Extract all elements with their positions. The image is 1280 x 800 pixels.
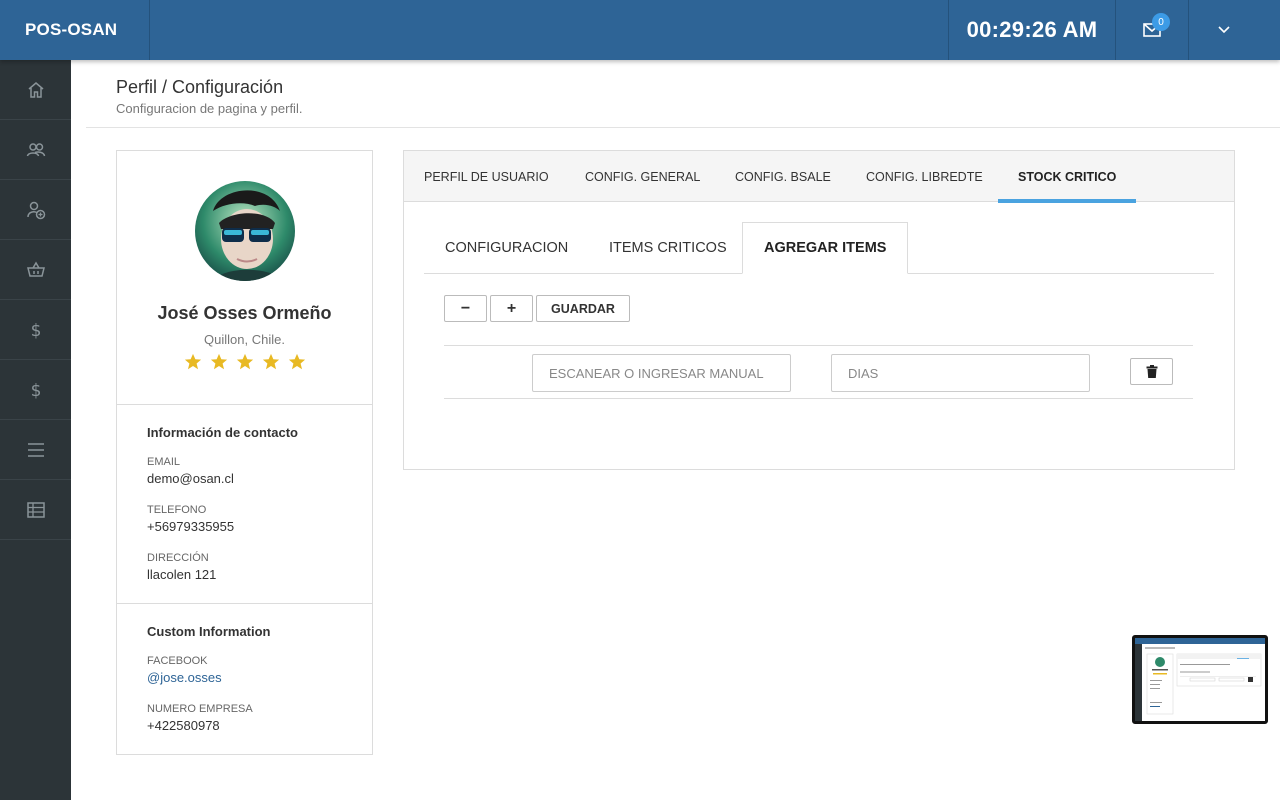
facebook-link[interactable]: @jose.osses [147,670,222,685]
top-bar: POS-OSAN 00:29:26 AM 0 [0,0,1280,60]
delete-row-button[interactable] [1130,358,1173,385]
phone-label: TELEFONO [147,504,207,516]
screenshot-thumbnail[interactable] [1132,635,1268,724]
notification-badge: 0 [1152,13,1170,31]
user-dropdown[interactable] [1189,0,1259,60]
email-label: EMAIL [147,456,181,468]
dollar-icon: $ [30,321,41,340]
tab-config-libredte[interactable]: CONFIG. LIBREDTE [846,151,1003,202]
divider [444,398,1193,399]
sidebar-item-users[interactable] [0,120,71,180]
dollar-icon: $ [30,381,41,400]
tab-perfil-usuario[interactable]: PERFIL DE USUARIO [404,151,569,202]
clock: 00:29:26 AM [966,17,1098,42]
trash-icon [1146,365,1157,378]
profile-location: Quillon, Chile. [204,332,285,347]
page-title: Perfil / Configuración [116,77,284,97]
contact-section-title: Información de contacto [147,425,298,440]
page-header: Perfil / Configuración Configuracion de … [86,60,1280,128]
star-icon [184,353,201,370]
custom-section-title: Custom Information [147,624,271,639]
table-icon [26,501,45,518]
address-value: llacolen 121 [147,567,217,582]
subtab-agregar-items[interactable]: AGREGAR ITEMS [742,222,909,274]
company-number-label: NUMERO EMPRESA [147,703,253,715]
remove-row-button[interactable]: − [444,295,487,322]
svg-text:$: $ [30,381,41,400]
sidebar-item-payments[interactable]: $ [0,360,71,420]
sidebar-item-menu[interactable] [0,420,71,480]
svg-text:$: $ [30,321,41,340]
sidebar-item-table[interactable] [0,480,71,540]
settings-panel: PERFIL DE USUARIO CONFIG. GENERAL CONFIG… [403,150,1235,470]
menu-icon [27,442,44,457]
phone-value: +56979335955 [147,519,235,534]
star-icon [236,353,253,370]
divider [117,603,372,604]
tab-stock-critico[interactable]: STOCK CRITICO [998,151,1137,203]
chevron-down-icon [1218,26,1230,34]
email-value: demo@osan.cl [147,471,234,486]
avatar[interactable] [195,181,295,281]
settings-tabs: PERFIL DE USUARIO CONFIG. GENERAL CONFIG… [404,151,1234,203]
sidebar-item-sales[interactable]: $ [0,300,71,360]
page-preview-image [1135,638,1265,721]
profile-card: José Osses Ormeño Quillon, Chile. Inform… [116,150,373,755]
company-number-value: +422580978 [147,718,220,733]
star-icon [262,353,279,370]
subtab-configuracion[interactable]: CONFIGURACION [424,222,589,274]
star-icon [210,353,227,370]
subtab-items-criticos[interactable]: ITEMS CRITICOS [588,222,748,274]
star-icon [288,353,305,370]
address-label: DIRECCIÓN [147,552,209,564]
page-subtitle: Configuracion de pagina y perfil. [116,101,303,116]
brand-logo[interactable]: POS-OSAN [0,0,150,60]
home-icon [28,81,43,98]
days-input[interactable] [831,354,1090,392]
avatar-image [195,181,295,281]
mail-button[interactable] [1116,0,1188,60]
add-user-icon [26,201,45,219]
tab-config-bsale[interactable]: CONFIG. BSALE [715,151,851,202]
profile-name: José Osses Ormeño [157,303,332,323]
tab-config-general[interactable]: CONFIG. GENERAL [565,151,720,202]
sidebar: $ $ [0,60,71,800]
users-icon [26,142,45,156]
sidebar-item-basket[interactable] [0,240,71,300]
sidebar-item-home[interactable] [0,60,71,120]
divider [444,345,1193,346]
sidebar-item-add-user[interactable] [0,180,71,240]
add-row-button[interactable]: + [490,295,533,322]
scan-item-input[interactable] [532,354,791,392]
facebook-label: FACEBOOK [147,655,208,667]
divider [117,404,372,405]
save-button[interactable]: GUARDAR [536,295,630,322]
basket-icon [26,261,45,277]
stock-subtabs: CONFIGURACION ITEMS CRITICOS AGREGAR ITE… [424,222,1214,274]
rating-stars [117,353,372,371]
